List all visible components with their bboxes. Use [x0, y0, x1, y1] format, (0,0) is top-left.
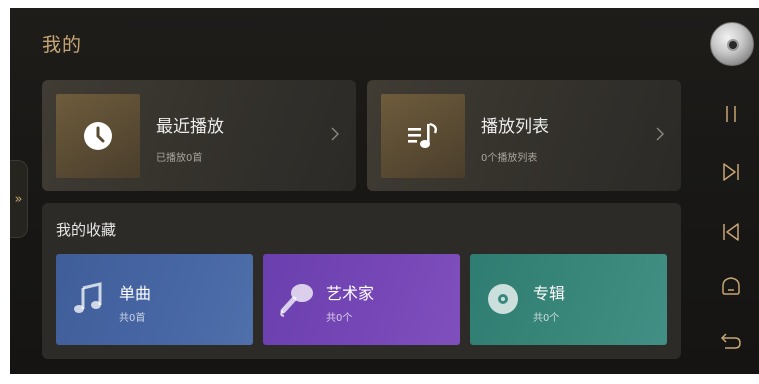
microphone-icon: [280, 284, 313, 317]
double-chevron-right-icon: »: [14, 191, 23, 207]
playlist-card[interactable]: 播放列表 0个播放列表: [367, 80, 681, 191]
playback-control-rail: [700, 8, 759, 374]
back-icon[interactable]: [720, 330, 742, 352]
clock-icon: [84, 122, 112, 150]
chevron-right-icon: [656, 127, 664, 141]
drawer-toggle[interactable]: »: [10, 160, 28, 238]
playlist-subtitle: 0个播放列表: [481, 153, 538, 164]
chevron-right-icon: [331, 127, 339, 141]
playlist-icon: [408, 122, 437, 148]
next-icon[interactable]: [720, 161, 742, 183]
artists-count: 共0个: [326, 313, 353, 324]
albums-count: 共0个: [533, 313, 560, 324]
albums-label: 专辑: [533, 284, 566, 303]
recent-thumb: [56, 94, 140, 178]
playlist-title: 播放列表: [481, 117, 549, 137]
recent-title: 最近播放: [156, 117, 224, 137]
now-playing-disc[interactable]: [710, 22, 754, 66]
favorite-artists-tile[interactable]: 艺术家 共0个: [263, 254, 460, 345]
favorite-songs-tile[interactable]: 单曲 共0首: [56, 254, 253, 345]
playlist-thumb: [381, 94, 465, 178]
disc-center: [727, 39, 739, 51]
recent-subtitle: 已播放0首: [156, 153, 203, 164]
songs-label: 单曲: [119, 284, 152, 303]
music-app-screen: 我的 » 最近播放 已播放0首 播放列表 0个播放列表 我的收藏 单曲 共0首 …: [10, 8, 759, 374]
home-icon[interactable]: [720, 275, 742, 297]
previous-icon[interactable]: [720, 221, 742, 243]
recent-played-card[interactable]: 最近播放 已播放0首: [42, 80, 356, 191]
favorite-albums-tile[interactable]: 专辑 共0个: [470, 254, 667, 345]
disc-icon: [488, 284, 518, 314]
music-note-icon: [74, 282, 102, 313]
favorites-section: 我的收藏 单曲 共0首 艺术家 共0个 专辑 共0个: [42, 203, 681, 359]
pause-icon[interactable]: [720, 103, 742, 125]
favorites-title: 我的收藏: [56, 221, 117, 239]
songs-count: 共0首: [119, 313, 146, 324]
artists-label: 艺术家: [326, 284, 375, 303]
page-title: 我的: [42, 34, 83, 56]
